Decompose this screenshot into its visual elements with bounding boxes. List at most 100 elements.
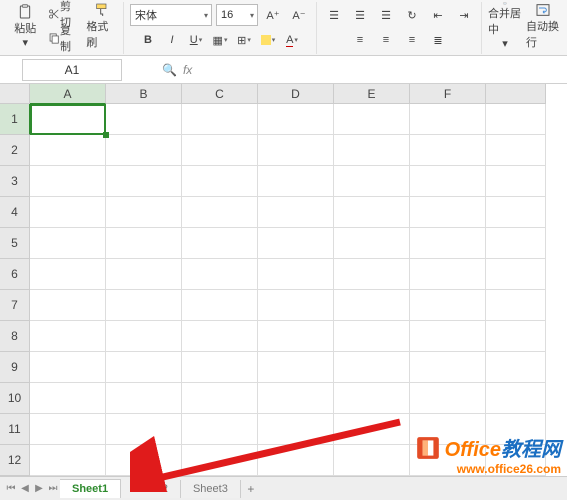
cell[interactable] xyxy=(334,445,410,476)
cell[interactable] xyxy=(334,290,410,321)
cell[interactable] xyxy=(182,197,258,228)
align-left-button[interactable]: ≡ xyxy=(349,29,371,51)
cell[interactable] xyxy=(258,166,334,197)
cell[interactable] xyxy=(334,197,410,228)
font-name-select[interactable]: 宋体 ▾ xyxy=(130,4,212,26)
cell[interactable] xyxy=(182,445,258,476)
cell[interactable] xyxy=(30,383,106,414)
row-header[interactable]: 6 xyxy=(0,259,30,290)
cell[interactable] xyxy=(410,166,486,197)
row-header[interactable]: 10 xyxy=(0,383,30,414)
column-header[interactable] xyxy=(486,84,546,104)
cell[interactable] xyxy=(258,414,334,445)
sheet-tab-3[interactable]: Sheet3 xyxy=(181,480,241,498)
cell[interactable] xyxy=(182,290,258,321)
cell[interactable] xyxy=(182,414,258,445)
cell[interactable] xyxy=(486,321,546,352)
cell[interactable] xyxy=(334,104,410,135)
indent-increase-button[interactable]: ⇥ xyxy=(453,4,475,26)
cell[interactable] xyxy=(30,352,106,383)
column-header[interactable]: B xyxy=(106,84,182,104)
paste-button[interactable]: 粘贴▾ xyxy=(10,2,41,50)
cell[interactable] xyxy=(106,135,182,166)
merge-center-button[interactable]: 合并居中▾ xyxy=(488,2,522,50)
cell[interactable] xyxy=(486,166,546,197)
cell[interactable] xyxy=(486,290,546,321)
align-center-button[interactable]: ≡ xyxy=(375,29,397,51)
row-header[interactable]: 3 xyxy=(0,166,30,197)
cell[interactable] xyxy=(182,166,258,197)
orientation-button[interactable]: ↻ xyxy=(401,4,423,26)
wrap-text-button[interactable]: 自动换行 xyxy=(526,2,560,50)
cell[interactable] xyxy=(106,290,182,321)
font-color-button[interactable]: A▾ xyxy=(281,29,303,51)
cell[interactable] xyxy=(106,414,182,445)
cell[interactable] xyxy=(334,228,410,259)
justify-button[interactable]: ≣ xyxy=(427,29,449,51)
cell[interactable] xyxy=(334,352,410,383)
border-button[interactable]: ▦▾ xyxy=(209,29,231,51)
align-right-button[interactable]: ≡ xyxy=(401,29,423,51)
name-box[interactable]: A1 xyxy=(22,59,122,81)
cell[interactable] xyxy=(258,445,334,476)
cell[interactable] xyxy=(334,166,410,197)
cell[interactable] xyxy=(182,383,258,414)
cell[interactable] xyxy=(30,445,106,476)
cell[interactable] xyxy=(486,135,546,166)
bold-button[interactable]: B xyxy=(137,29,159,51)
cell[interactable] xyxy=(258,383,334,414)
cell[interactable] xyxy=(106,228,182,259)
cell[interactable] xyxy=(486,104,546,135)
cell[interactable] xyxy=(258,321,334,352)
row-header[interactable]: 11 xyxy=(0,414,30,445)
row-header[interactable]: 2 xyxy=(0,135,30,166)
cell[interactable] xyxy=(30,321,106,352)
pattern-button[interactable]: ⊞▾ xyxy=(233,29,255,51)
cell[interactable] xyxy=(258,197,334,228)
cell[interactable] xyxy=(30,414,106,445)
row-header[interactable]: 9 xyxy=(0,352,30,383)
cell[interactable] xyxy=(258,352,334,383)
cell[interactable] xyxy=(410,104,486,135)
row-header[interactable]: 4 xyxy=(0,197,30,228)
cell-A1[interactable] xyxy=(30,104,106,135)
column-header[interactable]: E xyxy=(334,84,410,104)
cell[interactable] xyxy=(410,197,486,228)
row-header[interactable]: 12 xyxy=(0,445,30,476)
tab-nav-next[interactable]: ▶ xyxy=(32,480,46,498)
sheet-tab-1[interactable]: Sheet1 xyxy=(60,479,121,498)
decrease-font-button[interactable]: A⁻ xyxy=(288,4,310,26)
add-sheet-button[interactable]: + xyxy=(241,482,261,496)
cell[interactable] xyxy=(486,383,546,414)
column-header[interactable]: A xyxy=(30,84,106,104)
cell[interactable] xyxy=(334,414,410,445)
cell[interactable] xyxy=(30,228,106,259)
cell[interactable] xyxy=(410,259,486,290)
cell[interactable] xyxy=(258,259,334,290)
cell[interactable] xyxy=(410,135,486,166)
cell[interactable] xyxy=(182,321,258,352)
row-header[interactable]: 8 xyxy=(0,321,30,352)
cell[interactable] xyxy=(486,352,546,383)
cell[interactable] xyxy=(410,352,486,383)
select-all-corner[interactable] xyxy=(0,84,30,104)
cell[interactable] xyxy=(182,228,258,259)
cell[interactable] xyxy=(486,259,546,290)
cell[interactable] xyxy=(30,259,106,290)
cell[interactable] xyxy=(334,259,410,290)
copy-button[interactable]: 复制 xyxy=(45,27,83,49)
cell[interactable] xyxy=(258,228,334,259)
cell[interactable] xyxy=(182,259,258,290)
cell[interactable] xyxy=(182,135,258,166)
tab-nav-prev[interactable]: ◀ xyxy=(18,480,32,498)
cell[interactable] xyxy=(30,197,106,228)
cell[interactable] xyxy=(30,166,106,197)
align-top-button[interactable]: ☰ xyxy=(323,4,345,26)
cell[interactable] xyxy=(106,197,182,228)
tab-nav-first[interactable]: ⏮ xyxy=(4,480,18,498)
italic-button[interactable]: I xyxy=(161,29,183,51)
sheet-tab-2[interactable]: Sheet2 xyxy=(121,480,181,498)
cell[interactable] xyxy=(106,445,182,476)
cell[interactable] xyxy=(334,135,410,166)
fill-color-button[interactable]: ▾ xyxy=(257,29,279,51)
